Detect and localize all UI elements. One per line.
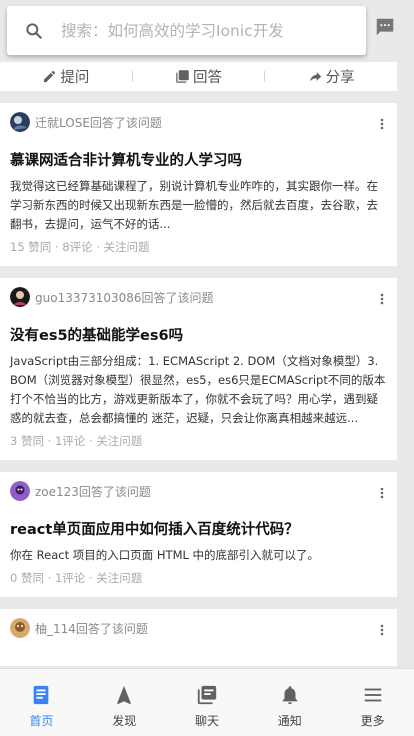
author-line[interactable]: zoe123回答了该问题: [35, 483, 151, 500]
feed-card[interactable]: guo13373103086回答了该问题 没有es5的基础能学es6吗 Java…: [0, 278, 397, 460]
feed-scroll-area[interactable]: 提问 回答 分享 迁就LOSE回答了该问题 慕课网适合非计算机专业的人学习吗 我…: [0, 62, 397, 668]
bell-icon: [282, 686, 298, 705]
tab-label: 更多: [360, 714, 385, 728]
ask-button[interactable]: 提问: [0, 66, 132, 87]
avatar[interactable]: [10, 618, 30, 638]
search-input[interactable]: [61, 21, 351, 40]
avatar[interactable]: [10, 112, 30, 132]
answer-label: 回答: [193, 70, 222, 86]
tab-discover[interactable]: 发现: [83, 669, 166, 736]
avatar[interactable]: [10, 287, 30, 307]
menu-icon: [364, 688, 381, 702]
more-vert-icon[interactable]: [380, 118, 384, 130]
tab-chat[interactable]: 聊天: [166, 669, 249, 736]
pencil-icon: [44, 70, 56, 83]
answer-summary[interactable]: 我觉得这已经算基础课程了，别说计算机专业咋咋的，其实跟你一样。在学习新东西的时候…: [10, 177, 387, 234]
question-title[interactable]: 慕课网适合非计算机专业的人学习吗: [10, 150, 387, 172]
answer-summary[interactable]: 你在 React 项目的入口页面 HTML 中的底部引入就可以了。: [10, 546, 387, 565]
tab-label: 聊天: [194, 714, 219, 728]
search-icon: [26, 22, 42, 39]
feed-card[interactable]: zoe123回答了该问题 react单页面应用中如何插入百度统计代码？ 你在 R…: [0, 472, 397, 597]
author-line[interactable]: 迁就LOSE回答了该问题: [35, 114, 162, 131]
share-icon: [309, 72, 321, 82]
feed-card[interactable]: 迁就LOSE回答了该问题 慕课网适合非计算机专业的人学习吗 我觉得这已经算基础课…: [0, 103, 397, 266]
card-stats: 0 赞同 · 1评论 · 关注问题: [10, 571, 143, 585]
avatar[interactable]: [10, 481, 30, 501]
tab-label: 发现: [112, 714, 137, 728]
chat-icon[interactable]: [374, 16, 396, 38]
top-bar: [0, 0, 414, 62]
tab-notifications[interactable]: 通知: [248, 669, 331, 736]
chat-icon: [197, 685, 217, 705]
ask-label: 提问: [60, 70, 90, 86]
share-label: 分享: [325, 70, 355, 86]
scrollbar-track[interactable]: [397, 62, 414, 668]
answer-button[interactable]: 回答: [133, 66, 265, 87]
more-vert-icon[interactable]: [380, 293, 384, 305]
question-title[interactable]: react单页面应用中如何插入百度统计代码？: [10, 519, 387, 541]
more-vert-icon[interactable]: [380, 487, 384, 499]
answer-icon: [176, 70, 189, 83]
question-title[interactable]: 没有es5的基础能学es6吗: [10, 325, 387, 347]
answer-summary[interactable]: JavaScript由三部分组成：1. ECMAScript 2. DOM（文档…: [10, 352, 387, 428]
feed-card[interactable]: 柚_114回答了该问题: [0, 609, 397, 666]
card-stats: 15 赞同 · 8评论 · 关注问题: [10, 240, 150, 254]
tab-label: 首页: [29, 714, 54, 728]
more-vert-icon[interactable]: [380, 624, 384, 636]
navigation-icon: [117, 685, 132, 705]
tab-label: 通知: [277, 714, 302, 728]
share-button[interactable]: 分享: [265, 66, 397, 87]
author-line[interactable]: 柚_114回答了该问题: [35, 620, 148, 637]
card-stats: 3 赞同 · 1评论 · 关注问题: [10, 434, 143, 448]
tab-home[interactable]: 首页: [0, 669, 83, 736]
author-line[interactable]: guo13373103086回答了该问题: [35, 289, 214, 306]
home-icon: [34, 685, 49, 705]
action-bar: 提问 回答 分享: [0, 62, 397, 91]
card-stats: [10, 656, 387, 666]
bottom-tab-bar: 首页 发现 聊天 通知 更多: [0, 668, 414, 736]
search-bar[interactable]: [7, 6, 366, 55]
tab-more[interactable]: 更多: [331, 669, 414, 736]
